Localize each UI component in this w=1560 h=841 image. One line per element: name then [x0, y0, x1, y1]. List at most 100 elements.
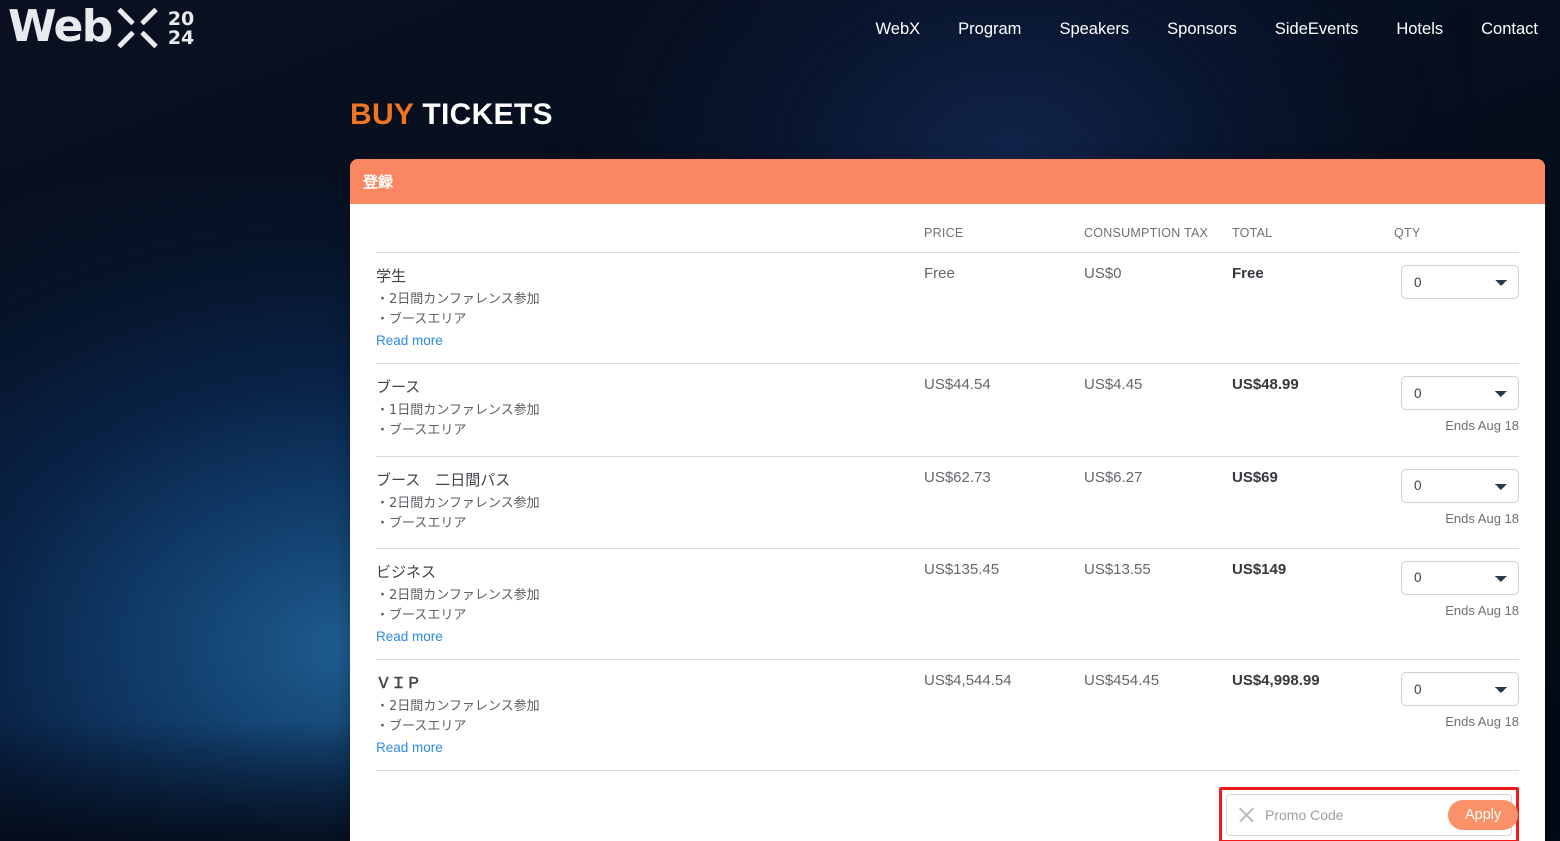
nav-item-hotels[interactable]: Hotels [1396, 20, 1443, 39]
ticket-total-cell: US$69 [1232, 456, 1394, 548]
site-header: Web 20 24 WebX Program Speakers Sponsors… [0, 0, 1560, 58]
promo-code-field[interactable]: Apply [1226, 794, 1512, 836]
ticket-ends-label: Ends Aug 18 [1445, 511, 1519, 526]
logo-year-bottom: 24 [168, 27, 194, 49]
qty-wrapper: 012345 Ends Aug 18 [1394, 469, 1519, 526]
read-more-link[interactable]: Read more [376, 629, 443, 644]
table-row: ブース 二日間パス・2日間カンファレンス参加・ブースエリアUS$62.73 US$… [376, 456, 1519, 548]
qty-wrapper: 012345 [1394, 265, 1519, 299]
ticket-total-cell: US$4,998.99 [1232, 660, 1394, 771]
tickets-table-head: PRICE CONSUMPTION TAX TOTAL QTY [376, 204, 1519, 253]
tickets-table-body: 学生・2日間カンファレンス参加・ブースエリアRead moreFreeUS$0F… [376, 253, 1519, 771]
ticket-total: US$149 [1232, 561, 1286, 578]
ticket-feature: ・2日間カンファレンス参加 [376, 586, 924, 606]
ticket-total: Free [1232, 265, 1264, 282]
ticket-tax: US$454.45 [1084, 672, 1159, 689]
ticket-price: US$135.45 [924, 561, 999, 578]
logo-year: 20 24 [168, 10, 194, 47]
ticket-total: US$4,998.99 [1232, 672, 1320, 689]
ticket-total-cell: US$48.99 [1232, 364, 1394, 456]
main-navigation: WebX Program Speakers Sponsors SideEvent… [876, 20, 1560, 39]
ticket-total-cell: Free [1232, 253, 1394, 364]
ticket-feature: ・1日間カンファレンス参加 [376, 401, 924, 421]
ticket-feature: ・2日間カンファレンス参加 [376, 290, 924, 310]
nav-item-contact[interactable]: Contact [1481, 20, 1538, 39]
ticket-price: Free [924, 265, 955, 282]
card-banner: 登録 [350, 159, 1545, 204]
ticket-title: ビジネス [376, 561, 924, 582]
ticket-tax-cell: US$13.55 [1084, 548, 1232, 659]
ticket-feature: ・ブースエリア [376, 310, 924, 330]
ticket-ends-label: Ends Aug 18 [1445, 603, 1519, 618]
ticket-tax: US$4.45 [1084, 376, 1142, 393]
column-header-qty: QTY [1394, 204, 1519, 253]
ticket-price-cell: US$4,544.54 [924, 660, 1084, 771]
tickets-table: PRICE CONSUMPTION TAX TOTAL QTY 学生・2日間カン… [376, 204, 1519, 771]
ticket-name-cell: 学生・2日間カンファレンス参加・ブースエリアRead more [376, 253, 924, 364]
ticket-qty-cell: 012345 Ends Aug 18 [1394, 548, 1519, 659]
ticket-title: ブース [376, 376, 924, 397]
ticket-total-cell: US$149 [1232, 548, 1394, 659]
ticket-tax-cell: US$4.45 [1084, 364, 1232, 456]
ticket-qty-cell: 012345 Ends Aug 18 [1394, 660, 1519, 771]
ticket-purchase-card: 登録 PRICE CONSUMPTION TAX TOTAL QTY 学生・2日… [350, 159, 1545, 841]
ticket-title: ＶＩＰ [376, 672, 924, 693]
promo-highlight-box: Apply [1219, 787, 1519, 841]
nav-item-speakers[interactable]: Speakers [1059, 20, 1129, 39]
card-banner-title: 登録 [363, 171, 393, 192]
ticket-ends-label: Ends Aug 18 [1445, 418, 1519, 433]
nav-item-program[interactable]: Program [958, 20, 1021, 39]
ticket-price-cell: US$135.45 [924, 548, 1084, 659]
ticket-feature: ・2日間カンファレンス参加 [376, 494, 924, 514]
quantity-select[interactable]: 012345 [1401, 672, 1519, 706]
quantity-select[interactable]: 012345 [1401, 265, 1519, 299]
table-row: 学生・2日間カンファレンス参加・ブースエリアRead moreFreeUS$0F… [376, 253, 1519, 364]
ticket-title: ブース 二日間パス [376, 469, 924, 490]
read-more-link[interactable]: Read more [376, 740, 443, 755]
nav-item-sponsors[interactable]: Sponsors [1167, 20, 1237, 39]
nav-item-webx[interactable]: WebX [876, 20, 921, 39]
column-header-total: TOTAL [1232, 204, 1394, 253]
webx-logo[interactable]: Web 20 24 [8, 0, 200, 58]
ticket-price: US$62.73 [924, 469, 991, 486]
ticket-price-cell: US$44.54 [924, 364, 1084, 456]
ticket-name-cell: ブース・1日間カンファレンス参加・ブースエリア [376, 364, 924, 456]
column-header-tax: CONSUMPTION TAX [1084, 204, 1232, 253]
quantity-select[interactable]: 012345 [1401, 376, 1519, 410]
ticket-tax-cell: US$454.45 [1084, 660, 1232, 771]
ticket-ends-label: Ends Aug 18 [1445, 714, 1519, 729]
table-row: ビジネス・2日間カンファレンス参加・ブースエリア Read more US$135.… [376, 548, 1519, 659]
card-body: PRICE CONSUMPTION TAX TOTAL QTY 学生・2日間カン… [350, 204, 1545, 841]
quantity-select[interactable]: 012345 [1401, 561, 1519, 595]
close-icon[interactable] [1237, 806, 1256, 825]
ticket-name-cell: ブース 二日間パス・2日間カンファレンス参加・ブースエリア [376, 456, 924, 548]
nav-item-sideevents[interactable]: SideEvents [1275, 20, 1358, 39]
qty-wrapper: 012345 Ends Aug 18 [1394, 672, 1519, 729]
x-mark-icon [116, 5, 170, 53]
table-row: ブース・1日間カンファレンス参加・ブースエリアUS$44.54US$4.45US… [376, 364, 1519, 456]
ticket-qty-cell: 012345 Ends Aug 18 [1394, 364, 1519, 456]
ticket-feature: ・ブースエリア [376, 421, 924, 441]
read-more-link[interactable]: Read more [376, 333, 443, 348]
table-header-row: PRICE CONSUMPTION TAX TOTAL QTY [376, 204, 1519, 253]
ticket-price: US$44.54 [924, 376, 991, 393]
ticket-price-cell: Free [924, 253, 1084, 364]
ticket-tax-cell: US$6.27 [1084, 456, 1232, 548]
promo-code-input[interactable] [1263, 806, 1448, 824]
qty-wrapper: 012345 Ends Aug 18 [1394, 561, 1519, 618]
column-header-price: PRICE [924, 204, 1084, 253]
ticket-name-cell: ビジネス・2日間カンファレンス参加・ブースエリア Read more [376, 548, 924, 659]
ticket-tax: US$13.55 [1084, 561, 1151, 578]
promo-row: Apply [376, 771, 1519, 841]
ticket-feature: ・ブースエリア [376, 606, 924, 626]
ticket-price-cell: US$62.73 [924, 456, 1084, 548]
qty-wrapper: 012345 Ends Aug 18 [1394, 376, 1519, 433]
ticket-tax-cell: US$0 [1084, 253, 1232, 364]
quantity-select[interactable]: 012345 [1401, 469, 1519, 503]
ticket-feature: ・ブースエリア [376, 717, 924, 737]
apply-promo-button[interactable]: Apply [1448, 800, 1518, 830]
ticket-total: US$69 [1232, 469, 1278, 486]
ticket-total: US$48.99 [1232, 376, 1299, 393]
ticket-tax: US$0 [1084, 265, 1122, 282]
page-title-rest: TICKETS [414, 98, 553, 131]
